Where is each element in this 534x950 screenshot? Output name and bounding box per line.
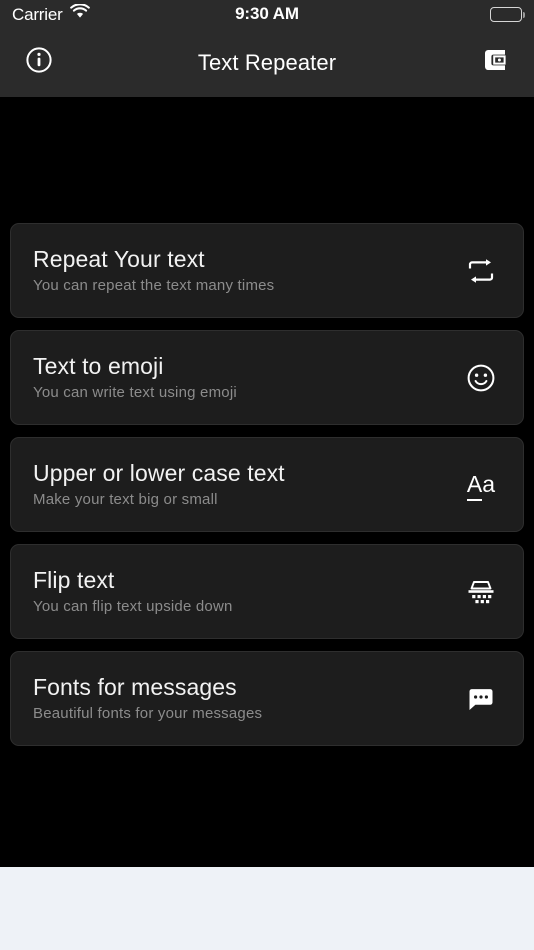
card-text-block: Flip text You can flip text upside down [33, 568, 447, 615]
bottom-safe-area [0, 867, 534, 950]
aa-glyph: Aa [466, 471, 496, 501]
card-title: Flip text [33, 567, 115, 594]
text-case-aa-icon: Aa [461, 465, 501, 505]
card-text-block: Repeat Your text You can repeat the text… [33, 247, 447, 294]
card-title: Text to emoji [33, 353, 164, 380]
app-screen: Carrier 9:30 AM Text Repeater Repeat You… [0, 0, 534, 950]
info-circle-icon [25, 46, 53, 79]
card-subtitle: Make your text big or small [33, 491, 218, 509]
navigation-bar: Text Repeater [0, 28, 534, 97]
card-subtitle: Beautiful fonts for your messages [33, 705, 263, 723]
repeat-icon [461, 251, 501, 291]
info-button[interactable] [18, 42, 60, 84]
status-bar: Carrier 9:30 AM [0, 0, 534, 28]
card-title: Fonts for messages [33, 674, 237, 701]
card-title: Upper or lower case text [33, 460, 285, 487]
flip-vertical-icon [461, 572, 501, 612]
battery-icon [490, 6, 525, 22]
feature-card-upper-or-lower-case-text[interactable]: Upper or lower case text Make your text … [10, 437, 524, 532]
feature-card-fonts-for-messages[interactable]: Fonts for messages Beautiful fonts for y… [10, 651, 524, 746]
carrier-label: Carrier [12, 4, 63, 24]
status-bar-left: Carrier [12, 3, 90, 24]
card-subtitle: You can flip text upside down [33, 598, 233, 616]
card-subtitle: You can repeat the text many times [33, 277, 275, 295]
feature-card-repeat-your-text[interactable]: Repeat Your text You can repeat the text… [10, 223, 524, 318]
card-text-block: Upper or lower case text Make your text … [33, 461, 447, 508]
content-area: Repeat Your text You can repeat the text… [0, 97, 534, 867]
card-text-block: Fonts for messages Beautiful fonts for y… [33, 675, 447, 722]
clock-label: 9:30 AM [235, 3, 299, 23]
aa-lowercase-letter: a [482, 471, 496, 497]
card-text-block: Text to emoji You can write text using e… [33, 354, 447, 401]
status-bar-right [490, 6, 525, 22]
wallet-button[interactable] [474, 42, 516, 84]
page-title: Text Repeater [197, 49, 337, 75]
smiley-face-icon [461, 358, 501, 398]
aa-capital-letter: A [466, 471, 483, 501]
wallet-icon [481, 46, 509, 79]
feature-card-text-to-emoji[interactable]: Text to emoji You can write text using e… [10, 330, 524, 425]
chat-bubble-dots-icon [461, 679, 501, 719]
card-title: Repeat Your text [33, 246, 205, 273]
feature-card-list: Repeat Your text You can repeat the text… [10, 223, 524, 746]
wifi-icon [69, 3, 90, 24]
feature-card-flip-text[interactable]: Flip text You can flip text upside down [10, 544, 524, 639]
card-subtitle: You can write text using emoji [33, 384, 237, 402]
